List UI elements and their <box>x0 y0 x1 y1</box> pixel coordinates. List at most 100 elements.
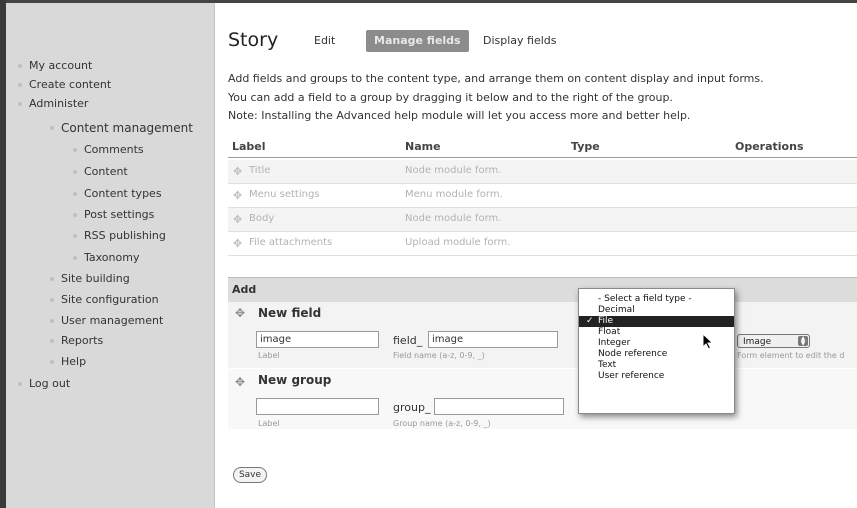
sidebar-item-label: Site configuration <box>61 293 159 306</box>
sidebar-item-content-types[interactable]: Content types <box>73 187 162 201</box>
chevron-up-down-icon: ▲ ▼ <box>798 336 808 347</box>
column-header-name: Name <box>405 140 441 153</box>
sidebar-item-label: Site building <box>61 272 130 285</box>
bullet-icon <box>73 192 77 196</box>
sidebar-item-create-content[interactable]: Create content <box>18 78 111 92</box>
sidebar-item-reports[interactable]: Reports <box>50 334 104 348</box>
bullet-icon <box>50 298 54 302</box>
sidebar-item-label: Help <box>61 355 87 368</box>
sidebar-item-content-management[interactable]: Content management <box>50 121 193 135</box>
bullet-icon <box>50 126 54 130</box>
field-type-dropdown[interactable]: - Select a field type - Decimal ✓ File F… <box>578 288 735 414</box>
sidebar-item-label: Content <box>84 165 128 178</box>
sidebar-item-label: Content types <box>84 187 162 200</box>
row-label: Body <box>249 213 275 224</box>
dropdown-option[interactable]: Text <box>579 360 734 371</box>
sidebar-item-user-management[interactable]: User management <box>50 314 164 328</box>
sidebar-item-content[interactable]: Content <box>73 165 128 179</box>
sidebar-item-label: Taxonomy <box>84 251 140 264</box>
row-name: Upload module form. <box>405 237 511 248</box>
new-field-name-input[interactable] <box>428 331 558 348</box>
sidebar-item-label: User management <box>61 314 164 327</box>
row-label: Title <box>249 165 271 176</box>
table-row: ✥ File attachments Upload module form. <box>228 232 857 256</box>
new-group-name-input[interactable] <box>434 398 564 415</box>
sidebar-item-label: RSS publishing <box>84 229 166 242</box>
sidebar-item-my-account[interactable]: My account <box>18 59 93 73</box>
row-name: Node module form. <box>405 165 502 176</box>
dropdown-option[interactable]: Decimal <box>579 305 734 316</box>
column-header-label: Label <box>232 140 266 153</box>
sidebar-item-site-building[interactable]: Site building <box>50 272 130 286</box>
drag-cross-icon[interactable]: ✥ <box>233 213 242 226</box>
dropdown-option[interactable]: - Select a field type - <box>579 294 734 305</box>
add-section-title: Add <box>232 283 257 296</box>
help-text-line: Note: Installing the Advanced help modul… <box>228 109 691 122</box>
sidebar-item-rss-publishing[interactable]: RSS publishing <box>73 229 166 243</box>
bullet-icon <box>73 234 77 238</box>
bullet-icon <box>50 277 54 281</box>
mouse-pointer-icon <box>702 333 714 350</box>
widget-type-caption: Form element to edit the d <box>737 351 845 360</box>
row-name: Node module form. <box>405 213 502 224</box>
sidebar-item-label: Log out <box>29 377 71 390</box>
row-label: File attachments <box>249 237 333 248</box>
drag-cross-icon[interactable]: ✥ <box>233 237 242 250</box>
bullet-icon <box>73 256 77 260</box>
new-group-name-caption: Group name (a-z, 0-9, _) <box>393 419 491 428</box>
tab-display-fields[interactable]: Display fields <box>475 30 565 52</box>
sidebar-item-label: Post settings <box>84 208 155 221</box>
sidebar-item-log-out[interactable]: Log out <box>18 377 71 391</box>
browser-frame: My account Create content Administer Con… <box>0 0 857 508</box>
sidebar-item-site-configuration[interactable]: Site configuration <box>50 293 159 307</box>
new-field-label-input[interactable] <box>256 331 379 348</box>
field-name-prefix: field_ <box>393 334 423 347</box>
table-row: ✥ Title Node module form. <box>228 160 857 184</box>
sidebar-item-label: Reports <box>61 334 104 347</box>
tab-manage-fields[interactable]: Manage fields <box>366 30 469 52</box>
checkmark-icon: ✓ <box>586 316 594 326</box>
sidebar-item-label: Comments <box>84 143 144 156</box>
sidebar-item-administer[interactable]: Administer <box>18 97 88 111</box>
sidebar-item-taxonomy[interactable]: Taxonomy <box>73 251 140 265</box>
new-group-label-input[interactable] <box>256 398 379 415</box>
column-header-operations: Operations <box>735 140 804 153</box>
bullet-icon <box>18 102 22 106</box>
row-label: Menu settings <box>249 189 320 200</box>
drag-cross-icon[interactable]: ✥ <box>235 375 245 389</box>
widget-type-value: Image <box>743 337 772 347</box>
sidebar-item-help[interactable]: Help <box>50 355 87 369</box>
add-section-header: Add <box>228 277 857 302</box>
sidebar-item-comments[interactable]: Comments <box>73 143 144 157</box>
dropdown-option[interactable]: User reference <box>579 371 734 382</box>
drag-cross-icon[interactable]: ✥ <box>233 165 242 178</box>
header-divider <box>228 157 857 158</box>
column-header-type: Type <box>571 140 600 153</box>
row-name: Menu module form. <box>405 189 503 200</box>
widget-type-select[interactable]: Image ▲ ▼ <box>737 334 810 348</box>
drag-cross-icon[interactable]: ✥ <box>235 306 245 320</box>
dropdown-option-selected[interactable]: ✓ File <box>579 316 734 327</box>
bullet-icon <box>50 319 54 323</box>
bullet-icon <box>50 360 54 364</box>
dropdown-option[interactable]: Node reference <box>579 349 734 360</box>
sidebar-item-label: My account <box>29 59 93 72</box>
page-title: Story <box>228 29 279 51</box>
drag-cross-icon[interactable]: ✥ <box>233 189 242 202</box>
new-field-title: New field <box>258 306 322 320</box>
tab-edit[interactable]: Edit <box>306 30 343 52</box>
bullet-icon <box>50 339 54 343</box>
help-text-line: Add fields and groups to the content typ… <box>228 72 764 85</box>
bullet-icon <box>73 170 77 174</box>
save-button[interactable]: Save <box>233 467 267 483</box>
table-row: ✥ Body Node module form. <box>228 208 857 232</box>
dropdown-option-label: File <box>598 316 614 326</box>
bullet-icon <box>73 148 77 152</box>
table-row: ✥ Menu settings Menu module form. <box>228 184 857 208</box>
help-text-line: You can add a field to a group by draggi… <box>228 91 673 104</box>
sidebar-item-post-settings[interactable]: Post settings <box>73 208 155 222</box>
new-group-label-caption: Label <box>258 419 280 428</box>
new-group-title: New group <box>258 373 332 387</box>
new-field-name-caption: Field name (a-z, 0-9, _) <box>393 351 485 360</box>
bullet-icon <box>18 64 22 68</box>
